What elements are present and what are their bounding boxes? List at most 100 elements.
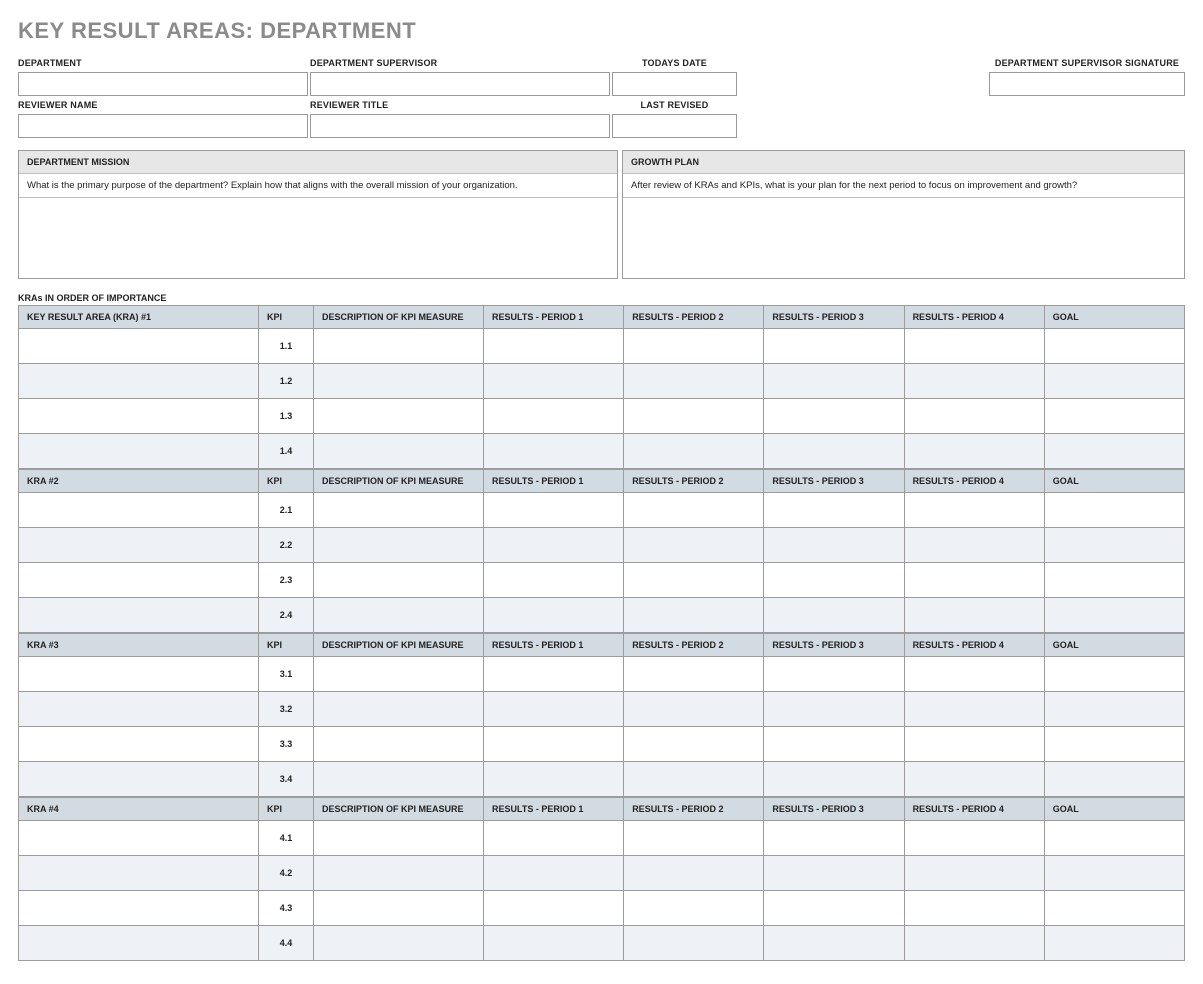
cell[interactable] [904,528,1044,563]
cell[interactable] [484,364,624,399]
supervisor-field[interactable] [310,72,610,96]
cell[interactable] [314,329,484,364]
cell[interactable] [1044,856,1184,891]
cell[interactable] [624,657,764,692]
cell[interactable] [904,563,1044,598]
cell[interactable] [1044,434,1184,469]
cell[interactable] [764,329,904,364]
cell[interactable] [1044,598,1184,633]
signature-field[interactable] [989,72,1185,96]
cell[interactable] [1044,563,1184,598]
cell[interactable] [19,528,259,563]
cell[interactable] [19,434,259,469]
cell[interactable] [314,692,484,727]
mission-body[interactable] [19,198,617,278]
cell[interactable] [624,762,764,797]
cell[interactable] [764,563,904,598]
cell[interactable] [1044,692,1184,727]
cell[interactable] [764,762,904,797]
cell[interactable] [484,692,624,727]
cell[interactable] [1044,657,1184,692]
cell[interactable] [624,727,764,762]
cell[interactable] [624,434,764,469]
cell[interactable] [19,856,259,891]
growth-body[interactable] [623,198,1184,278]
cell[interactable] [624,563,764,598]
cell[interactable] [624,598,764,633]
cell[interactable] [484,762,624,797]
cell[interactable] [1044,727,1184,762]
cell[interactable] [624,926,764,961]
cell[interactable] [904,493,1044,528]
cell[interactable] [904,598,1044,633]
cell[interactable] [764,692,904,727]
cell[interactable] [19,821,259,856]
cell[interactable] [904,856,1044,891]
cell[interactable] [19,598,259,633]
cell[interactable] [314,364,484,399]
cell[interactable] [314,727,484,762]
cell[interactable] [19,891,259,926]
cell[interactable] [314,821,484,856]
cell[interactable] [1044,364,1184,399]
cell[interactable] [484,598,624,633]
cell[interactable] [904,891,1044,926]
cell[interactable] [484,329,624,364]
last-revised-field[interactable] [612,114,737,138]
cell[interactable] [624,493,764,528]
cell[interactable] [19,364,259,399]
cell[interactable] [764,926,904,961]
cell[interactable] [19,727,259,762]
cell[interactable] [484,399,624,434]
cell[interactable] [484,856,624,891]
cell[interactable] [1044,926,1184,961]
cell[interactable] [484,891,624,926]
reviewer-title-field[interactable] [310,114,610,138]
cell[interactable] [484,434,624,469]
cell[interactable] [904,692,1044,727]
cell[interactable] [1044,329,1184,364]
cell[interactable] [904,434,1044,469]
cell[interactable] [904,364,1044,399]
cell[interactable] [19,493,259,528]
cell[interactable] [1044,493,1184,528]
cell[interactable] [314,563,484,598]
cell[interactable] [764,657,904,692]
cell[interactable] [314,891,484,926]
cell[interactable] [484,563,624,598]
cell[interactable] [624,329,764,364]
cell[interactable] [764,598,904,633]
department-field[interactable] [18,72,308,96]
cell[interactable] [314,528,484,563]
cell[interactable] [484,528,624,563]
cell[interactable] [624,692,764,727]
cell[interactable] [19,399,259,434]
cell[interactable] [624,856,764,891]
cell[interactable] [764,493,904,528]
cell[interactable] [314,434,484,469]
reviewer-name-field[interactable] [18,114,308,138]
cell[interactable] [1044,891,1184,926]
cell[interactable] [19,329,259,364]
cell[interactable] [484,493,624,528]
cell[interactable] [764,528,904,563]
cell[interactable] [314,926,484,961]
cell[interactable] [19,692,259,727]
cell[interactable] [484,821,624,856]
cell[interactable] [484,657,624,692]
cell[interactable] [1044,821,1184,856]
cell[interactable] [484,727,624,762]
cell[interactable] [764,364,904,399]
cell[interactable] [764,856,904,891]
cell[interactable] [19,563,259,598]
cell[interactable] [314,856,484,891]
cell[interactable] [19,762,259,797]
cell[interactable] [314,762,484,797]
cell[interactable] [764,399,904,434]
cell[interactable] [904,399,1044,434]
cell[interactable] [1044,762,1184,797]
cell[interactable] [904,762,1044,797]
cell[interactable] [764,434,904,469]
cell[interactable] [314,399,484,434]
cell[interactable] [904,821,1044,856]
